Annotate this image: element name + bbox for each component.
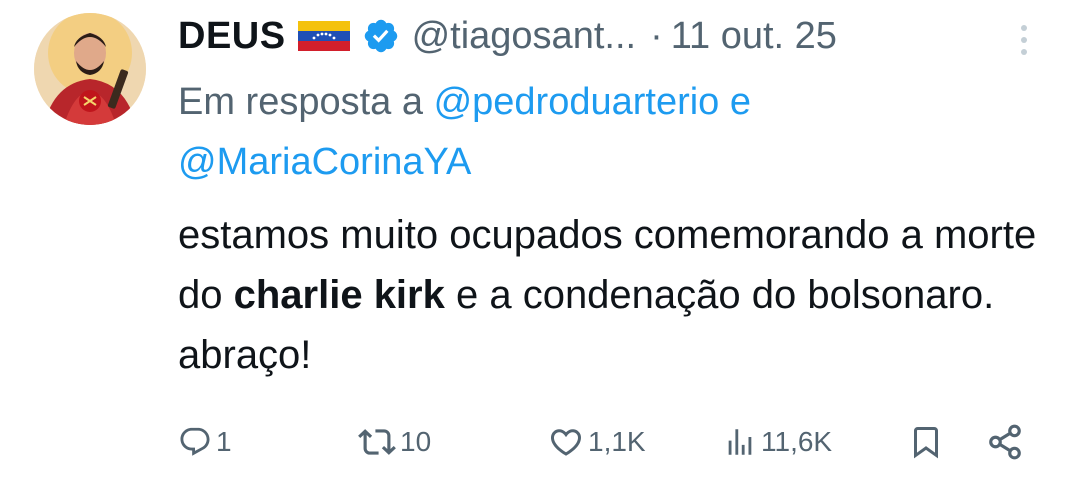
share-icon	[989, 424, 1021, 460]
timestamp[interactable]: 11 out. 25	[671, 15, 837, 58]
verified-badge-icon	[362, 17, 400, 55]
avatar-image	[34, 13, 146, 125]
view-count: 11,6K	[761, 426, 833, 457]
separator-dot: ·	[650, 14, 663, 57]
reply-conjunction: e	[719, 81, 752, 123]
display-name[interactable]: DEUS	[178, 15, 286, 58]
views-chart-icon	[728, 429, 752, 455]
tweet: DEUS @tiagosant... · 11 out. 25 Em respo…	[0, 0, 1080, 489]
avatar[interactable]	[34, 13, 146, 125]
like-button[interactable]: 1,1K	[548, 418, 646, 466]
reply-context: Em resposta a @pedroduarterio e @MariaCor…	[178, 72, 1018, 192]
views-button[interactable]: 11,6K	[723, 418, 832, 466]
share-button[interactable]	[986, 418, 1024, 466]
retweet-button[interactable]: 10	[358, 418, 431, 466]
reply-count: 1	[216, 426, 232, 457]
more-options-icon[interactable]	[1014, 20, 1034, 60]
reply-button[interactable]: 1	[178, 418, 232, 466]
tweet-header: DEUS @tiagosant... · 11 out. 25	[178, 12, 837, 60]
like-count: 1,1K	[588, 426, 646, 457]
bookmark-icon	[914, 427, 938, 459]
mention-link[interactable]: @MariaCorinaYA	[178, 141, 471, 183]
reply-prefix: Em resposta a	[178, 81, 434, 123]
action-bar: 1 10 1,1K 11,6K	[178, 418, 1058, 466]
mention-link[interactable]: @pedroduarterio	[434, 81, 720, 123]
tweet-text-bold: charlie kirk	[233, 273, 445, 317]
retweet-icon	[358, 429, 396, 455]
venezuela-flag-icon	[297, 21, 350, 51]
author-handle[interactable]: @tiagosant...	[412, 15, 636, 58]
heart-icon	[550, 429, 582, 456]
bookmark-button[interactable]	[908, 418, 944, 466]
reply-icon	[180, 427, 210, 456]
tweet-text: estamos muito ocupados comemorando a mor…	[178, 205, 1058, 385]
retweet-count: 10	[400, 426, 432, 457]
